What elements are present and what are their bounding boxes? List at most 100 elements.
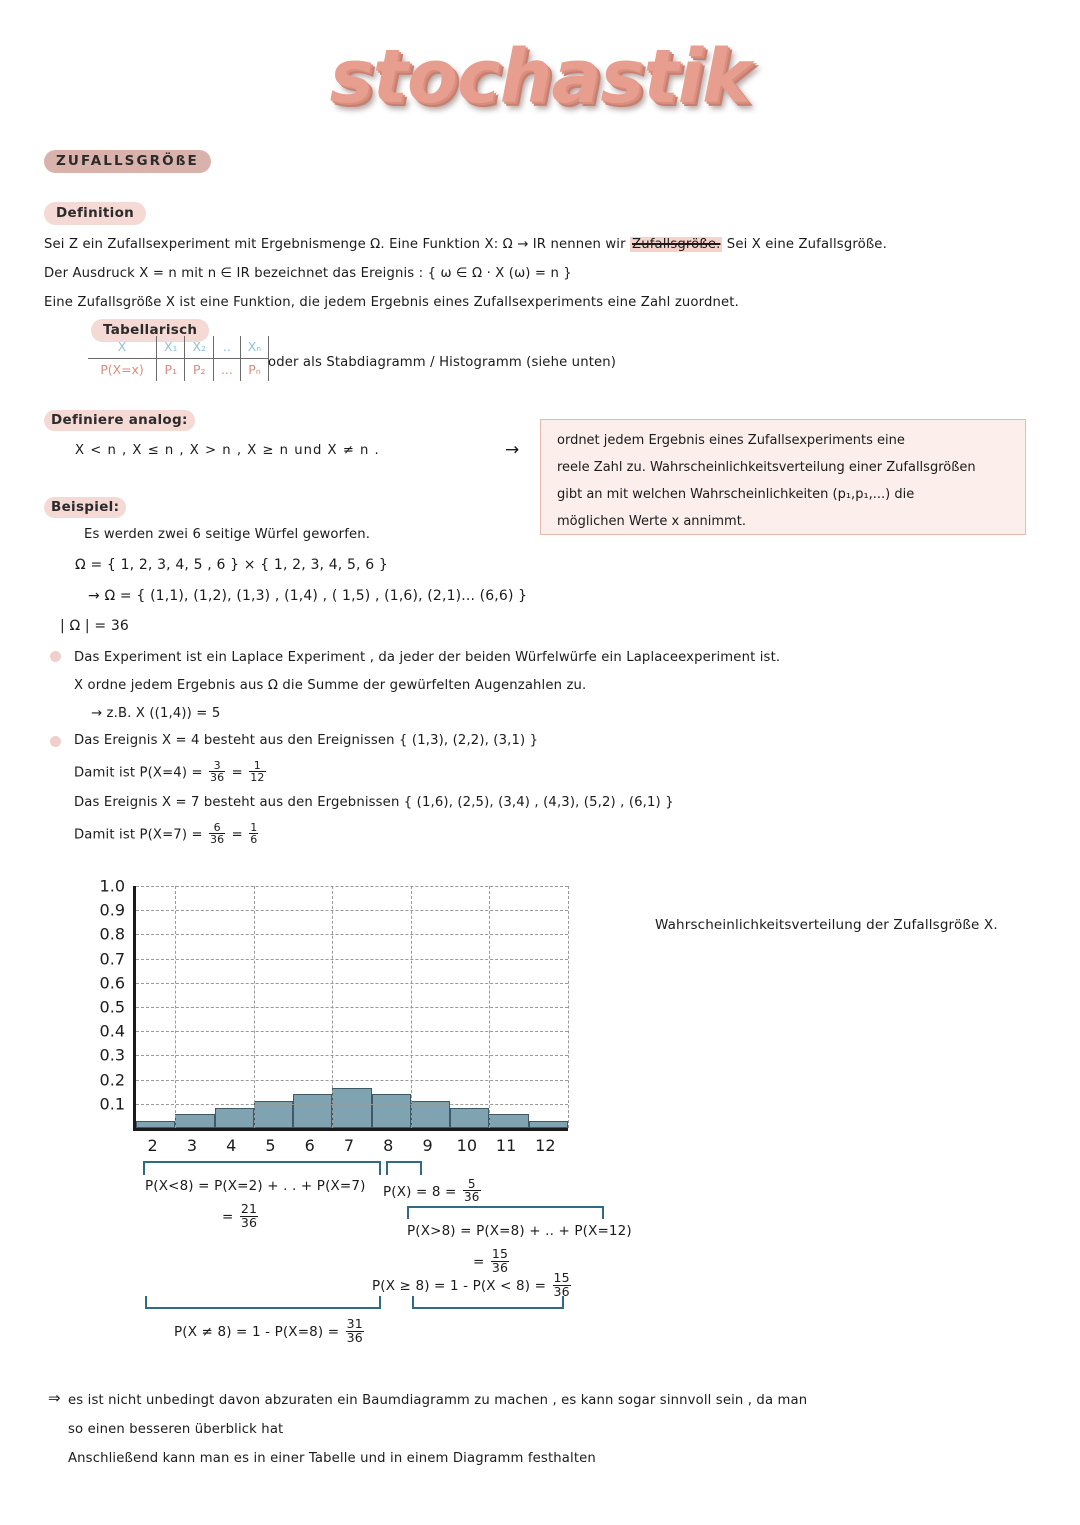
beispiel-line-2: Ω = { 1, 2, 3, 4, 5 , 6 } × { 1, 2, 3, 4… <box>75 557 388 573</box>
beispiel-bullet-3b: Damit ist P(X=7) = 6 36 = 16 <box>74 822 260 845</box>
chart-bar <box>489 1114 529 1128</box>
chart-gridline-vertical <box>489 886 491 1128</box>
annotation-at-least-8: P(X ≥ 8) = 1 - P(X < 8) = 15 36 <box>372 1271 573 1299</box>
beispiel-line-4: | Ω | = 36 <box>60 618 129 634</box>
fraction-denominator: 36 <box>463 1190 480 1205</box>
chart-y-tick-label: 0.3 <box>99 1045 125 1065</box>
chart-gridline-horizontal <box>136 1055 568 1057</box>
p-label: Damit ist P(X=4) = <box>74 765 208 781</box>
info-box-line-2: reele Zahl zu. Wahrscheinlichkeitsvertei… <box>557 460 976 475</box>
distribution-table: X X₁ X₂ .. Xₙ P(X=x) P₁ P₂ ... Pₙ <box>88 336 270 381</box>
topic-badge: ZUFALLSGRÖßE <box>44 150 211 173</box>
bracket-less-than-8 <box>143 1161 381 1175</box>
chart-x-tick-label: 5 <box>265 1136 276 1155</box>
beispiel-bullet-1b: X ordne jedem Ergebnis aus Ω die Summe d… <box>74 678 587 693</box>
chart-bar <box>293 1094 333 1128</box>
annotation-not-equal-8: P(X ≠ 8) = 1 - P(X=8) = 31 36 <box>174 1317 366 1345</box>
footer-line-2: so einen besseren überblick hat <box>68 1422 284 1437</box>
notes-page: stochastik ZUFALLSGRÖßE Definition Sei Z… <box>0 0 1080 1525</box>
definition-highlight: Zufallsgröße. <box>630 237 723 252</box>
definition-line-3: Eine Zufallsgröße X ist eine Funktion, d… <box>44 295 739 310</box>
p-label: Damit ist P(X=7) = <box>74 827 208 843</box>
chart-bar <box>214 1107 254 1128</box>
chart-bar <box>450 1107 490 1128</box>
annotation-greater-than-8-result: = 15 36 <box>473 1247 511 1275</box>
definition-line-1b: Sei X eine Zufallsgröße. <box>722 237 887 252</box>
definition-badge: Definition <box>44 202 147 225</box>
info-box-line-1: ordnet jedem Ergebnis eines Zufallsexper… <box>557 433 905 448</box>
chart-y-tick-label: 0.6 <box>99 973 125 993</box>
table-cell: P(X=x) <box>88 358 157 381</box>
chart-y-tick-label: 0.5 <box>99 997 125 1017</box>
beispiel-bullet-2b: Damit ist P(X=4) = 3 36 = 1 12 <box>74 760 268 783</box>
fraction-denominator: 36 <box>210 771 225 785</box>
analog-badge: Definiere analog: <box>44 410 195 431</box>
definition-line-1: Sei Z ein Zufallsexperiment mit Ergebnis… <box>44 237 887 252</box>
footer-line-3: Anschließend kann man es in einer Tabell… <box>68 1451 596 1466</box>
bracket-not-equal-left <box>145 1296 381 1309</box>
fraction-denominator: 36 <box>240 1214 258 1230</box>
fraction-denominator: 6 <box>250 833 258 847</box>
definition-line-1a: Sei Z ein Zufallsexperiment mit Ergebnis… <box>44 237 631 252</box>
table-cell: X <box>88 336 157 359</box>
chart-gridline-horizontal <box>136 1007 568 1008</box>
chart-gridline-vertical <box>332 886 334 1128</box>
annotation-less-than-8: P(X<8) = P(X=2) + . . + P(X=7) <box>145 1178 366 1194</box>
p-label: P(X ≠ 8) = 1 - P(X=8) = <box>174 1324 344 1341</box>
analog-line: X < n , X ≤ n , X > n , X ≥ n und X ≠ n … <box>75 443 380 458</box>
beispiel-line-3: → Ω = { (1,1), (1,2), (1,3) , (1,4) , ( … <box>88 588 528 604</box>
chart-bar <box>528 1121 568 1128</box>
chart-x-tick-label: 6 <box>304 1136 315 1155</box>
chart-gridline-horizontal <box>136 910 568 912</box>
fraction: 1 12 <box>249 760 266 785</box>
chart-y-tick-label: 0.4 <box>99 1021 125 1041</box>
equals: = <box>473 1254 489 1271</box>
fraction-denominator: 12 <box>250 771 265 785</box>
fraction: 6 36 <box>209 822 226 845</box>
chart-gridline-horizontal <box>136 1079 568 1081</box>
footer-arrow-icon: ⇒ <box>48 1389 61 1407</box>
chart-x-tick-label: 8 <box>383 1136 394 1155</box>
chart-bar <box>175 1114 215 1128</box>
chart-gridline-horizontal <box>136 958 568 960</box>
fraction: 31 36 <box>345 1317 364 1345</box>
chart-caption: Wahrscheinlichkeitsverteilung der Zufall… <box>655 917 998 933</box>
annotation-equals-8: P(X) = 8 = 5 36 <box>383 1178 483 1203</box>
beispiel-bullet-2: Das Ereignis X = 4 besteht aus den Ereig… <box>74 733 539 748</box>
table-cell: X₁ <box>156 336 186 359</box>
beispiel-bullet-1c: → z.B. X ((1,4)) = 5 <box>91 706 221 721</box>
chart-gridline-vertical <box>253 886 255 1128</box>
fraction: 3 36 <box>209 760 226 785</box>
chart-bar <box>253 1101 294 1128</box>
info-box-line-3: gibt an mit welchen Wahrscheinlichkeiten… <box>557 487 915 502</box>
beispiel-badge: Beispiel: <box>44 497 127 518</box>
table-cell: Pₙ <box>240 358 270 381</box>
info-box: ordnet jedem Ergebnis eines Zufallsexper… <box>540 419 1026 535</box>
beispiel-bullet-1: Das Experiment ist ein Laplace Experimen… <box>74 650 781 665</box>
chart-gridline-horizontal <box>136 934 568 936</box>
chart-x-tick-label: 11 <box>495 1136 517 1155</box>
chart-gridline-horizontal <box>136 886 568 887</box>
chart-gridline-vertical <box>175 886 177 1128</box>
chart-y-tick-label: 0.2 <box>99 1070 125 1090</box>
chart-y-tick-label: 0.8 <box>99 924 125 944</box>
chart-x-tick-label: 7 <box>343 1136 355 1155</box>
chart-gridline-horizontal <box>136 1103 568 1105</box>
bracket-equals-8 <box>386 1161 422 1175</box>
chart-y-tick-label: 0.1 <box>99 1094 125 1114</box>
chart-x-tick-label: 3 <box>186 1136 197 1155</box>
table-note: oder als Stabdiagramm / Histogramm (sieh… <box>268 355 617 370</box>
table-cell: P₂ <box>184 358 214 381</box>
beispiel-bullet-3: Das Ereignis X = 7 besteht aus den Ergeb… <box>74 795 674 810</box>
bullet-point <box>50 736 61 747</box>
chart-bar <box>136 1121 176 1128</box>
table-cell: ... <box>213 358 241 381</box>
chart-gridline-vertical <box>568 886 569 1128</box>
table-cell: P₁ <box>156 358 186 381</box>
chart-x-tick-label: 4 <box>226 1136 237 1155</box>
equals: = <box>227 765 248 781</box>
chart-y-tick-label: 0.7 <box>99 949 125 969</box>
table-row-values: X X₁ X₂ .. Xₙ <box>88 336 270 359</box>
chart-gridline-horizontal <box>136 1031 568 1033</box>
table-cell: X₂ <box>184 336 214 359</box>
